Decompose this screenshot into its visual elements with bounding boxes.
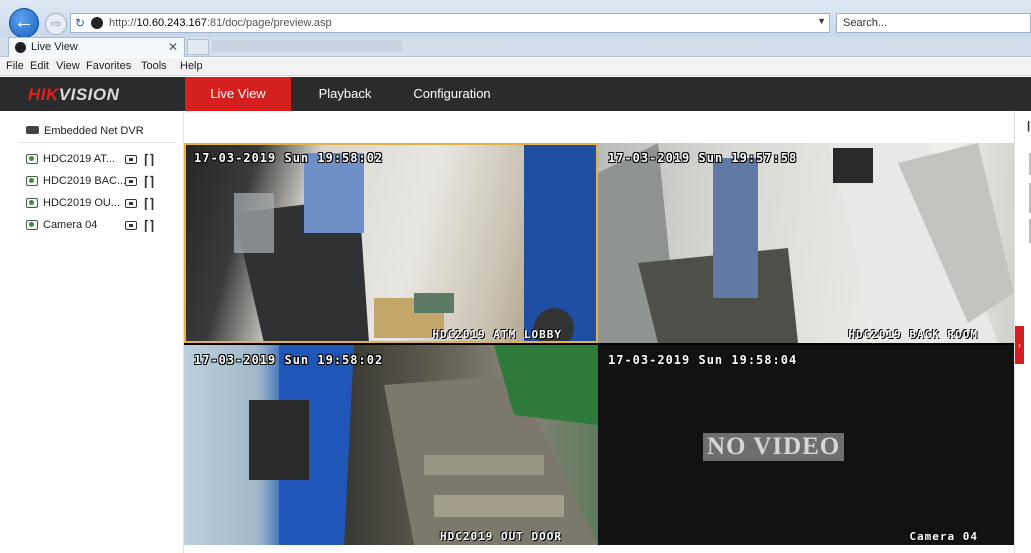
camera-icon bbox=[26, 154, 38, 164]
address-dropdown-icon[interactable]: ▼ bbox=[817, 16, 826, 26]
brand-logo: HIKVISION bbox=[28, 85, 120, 104]
close-tab-icon[interactable]: ✕ bbox=[168, 40, 178, 54]
collapse-panel-handle[interactable]: › bbox=[1015, 326, 1024, 364]
browser-toolbar: ← ⇨ ↻ http://10.60.243.167:81/doc/page/p… bbox=[0, 0, 1031, 38]
device-root[interactable]: Embedded Net DVR bbox=[26, 125, 144, 137]
video-tile-1[interactable]: 17-03-2019 Sun 19:58:02 HDC2019 ATM LOBB… bbox=[184, 143, 598, 343]
video-frame-1 bbox=[234, 143, 598, 343]
record-icon[interactable] bbox=[125, 199, 137, 208]
nav-live-view[interactable]: Live View bbox=[185, 77, 291, 111]
address-url: http://10.60.243.167:81/doc/page/preview… bbox=[109, 17, 332, 29]
channel-timestamp: 17-03-2019 Sun 19:58:04 bbox=[608, 353, 798, 367]
new-tab-button[interactable] bbox=[187, 39, 209, 55]
dvr-icon bbox=[26, 126, 39, 134]
camera-label: HDC2019 BAC... bbox=[43, 175, 127, 187]
tab-live-view[interactable]: Live View ✕ bbox=[8, 37, 185, 57]
search-input[interactable]: Search... bbox=[836, 13, 1031, 33]
menu-edit[interactable]: Edit bbox=[30, 60, 49, 72]
menu-file[interactable]: File bbox=[6, 60, 24, 72]
ptz-icon[interactable]: ⌈⌉ bbox=[144, 152, 154, 168]
refresh-icon[interactable]: ↻ bbox=[75, 16, 85, 30]
record-icon[interactable] bbox=[125, 221, 137, 230]
ptz-icon[interactable]: ⌈⌉ bbox=[144, 174, 154, 190]
video-tile-3[interactable]: 17-03-2019 Sun 19:58:02 HDC2019 OUT DOOR bbox=[184, 345, 598, 545]
no-video-label: NO VIDEO bbox=[703, 433, 845, 461]
video-grid: 17-03-2019 Sun 19:58:02 HDC2019 ATM LOBB… bbox=[184, 143, 1014, 545]
channel-timestamp: 17-03-2019 Sun 19:57:58 bbox=[608, 151, 798, 165]
menu-view[interactable]: View bbox=[56, 60, 80, 72]
divider bbox=[18, 142, 176, 143]
tab-title: Live View bbox=[31, 41, 78, 53]
menu-bar: File Edit View Favorites Tools Help bbox=[0, 58, 1031, 76]
video-tile-2[interactable]: 17-03-2019 Sun 19:57:58 HDC2019 BACK ROO… bbox=[598, 143, 1014, 343]
panel-heading-fragment: | bbox=[1027, 120, 1031, 132]
right-panel: | › bbox=[1014, 111, 1031, 553]
nav-configuration[interactable]: Configuration bbox=[404, 77, 500, 111]
video-frame-3 bbox=[249, 345, 598, 545]
blurred-tab[interactable] bbox=[212, 40, 402, 52]
back-button[interactable]: ← bbox=[9, 8, 39, 38]
channel-name: HDC2019 OUT DOOR bbox=[440, 530, 562, 543]
channel-name: HDC2019 ATM LOBBY bbox=[432, 328, 562, 341]
camera-item[interactable]: HDC2019 OU... ⌈⌉ bbox=[26, 196, 176, 212]
video-tile-4[interactable]: 17-03-2019 Sun 19:58:04 NO VIDEO Camera … bbox=[598, 345, 1014, 545]
channel-name: Camera 04 bbox=[909, 530, 978, 543]
record-icon[interactable] bbox=[125, 177, 137, 186]
camera-label: HDC2019 AT... bbox=[43, 153, 115, 165]
camera-item[interactable]: HDC2019 AT... ⌈⌉ bbox=[26, 152, 176, 168]
ptz-icon[interactable]: ⌈⌉ bbox=[144, 218, 154, 234]
ptz-icon[interactable]: ⌈⌉ bbox=[144, 196, 154, 212]
site-icon bbox=[91, 17, 103, 29]
camera-label: Camera 04 bbox=[43, 219, 98, 231]
camera-icon bbox=[26, 220, 38, 230]
forward-button[interactable]: ⇨ bbox=[45, 13, 67, 35]
address-bar[interactable]: ↻ http://10.60.243.167:81/doc/page/previ… bbox=[70, 13, 830, 33]
channel-timestamp: 17-03-2019 Sun 19:58:02 bbox=[194, 151, 384, 165]
channel-timestamp: 17-03-2019 Sun 19:58:02 bbox=[194, 353, 384, 367]
camera-label: HDC2019 OU... bbox=[43, 197, 121, 209]
app-header: HIKVISION Live View Playback Configurati… bbox=[0, 77, 1031, 111]
record-icon[interactable] bbox=[125, 155, 137, 164]
nav-playback[interactable]: Playback bbox=[304, 77, 386, 111]
menu-help[interactable]: Help bbox=[180, 60, 203, 72]
favicon-icon bbox=[15, 42, 26, 53]
search-placeholder: Search... bbox=[843, 17, 888, 29]
camera-icon bbox=[26, 176, 38, 186]
camera-icon bbox=[26, 198, 38, 208]
tab-bar: Live View ✕ bbox=[0, 37, 1031, 57]
camera-item[interactable]: Camera 04 ⌈⌉ bbox=[26, 218, 176, 234]
menu-favorites[interactable]: Favorites bbox=[86, 60, 131, 72]
menu-tools[interactable]: Tools bbox=[141, 60, 167, 72]
channel-name: HDC2019 BACK ROOM bbox=[848, 328, 978, 341]
video-frame-2 bbox=[598, 143, 1014, 343]
device-panel: Embedded Net DVR HDC2019 AT... ⌈⌉ HDC201… bbox=[0, 111, 184, 553]
camera-item[interactable]: HDC2019 BAC... ⌈⌉ bbox=[26, 174, 176, 190]
